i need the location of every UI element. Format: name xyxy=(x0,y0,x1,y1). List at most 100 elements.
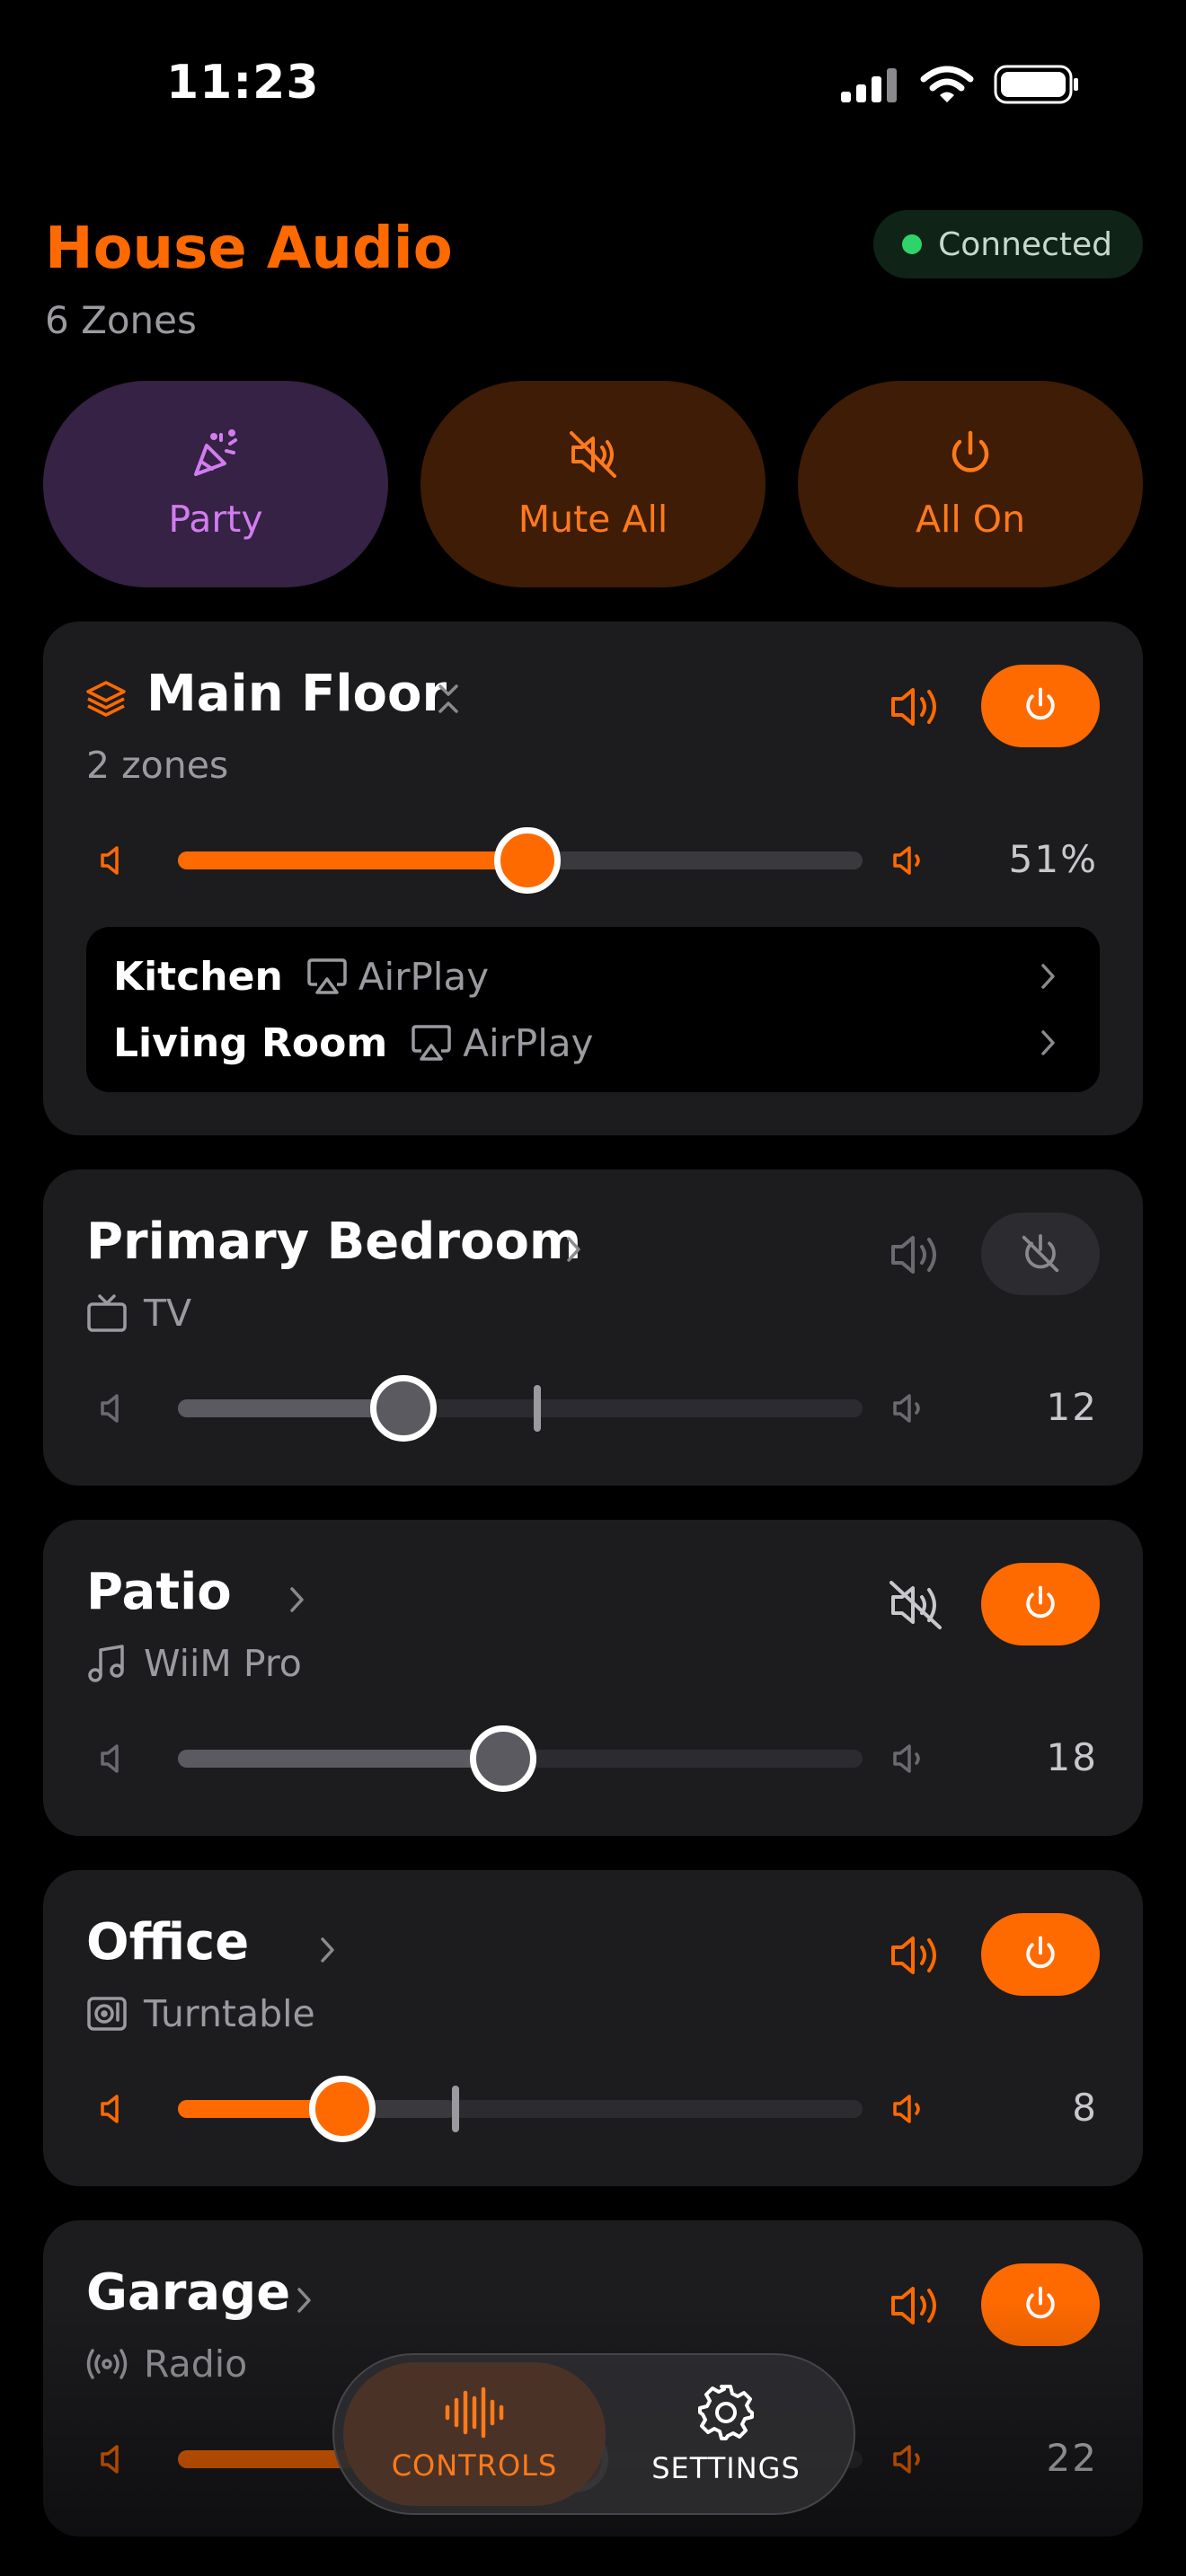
zone-source-label: WiiM Pro xyxy=(144,1642,302,1685)
volume-low-icon xyxy=(101,846,119,875)
zone-source: Radio xyxy=(86,2342,247,2386)
airplay-icon xyxy=(412,1025,451,1061)
chevron-right-icon xyxy=(567,1237,580,1262)
speaker-volume-icon[interactable] xyxy=(888,1229,943,1281)
volume-fill xyxy=(178,1750,503,1768)
volume-fill xyxy=(178,851,527,869)
power-icon xyxy=(1026,687,1055,720)
volume-slider[interactable] xyxy=(178,1725,863,1792)
zone-card-patio[interactable]: Patio WiiM Pro 18 xyxy=(43,1520,1143,1836)
status-time: 11:23 xyxy=(166,56,320,110)
zone-source-label: Radio xyxy=(144,2342,248,2386)
zone-source-label: TV xyxy=(144,1292,192,1335)
volume-low-icon xyxy=(101,1744,119,1773)
volume-knob[interactable] xyxy=(370,1375,438,1442)
gear-icon xyxy=(698,2385,754,2440)
connection-label: Connected xyxy=(938,225,1112,263)
power-button[interactable] xyxy=(981,1213,1100,1295)
layers-icon xyxy=(86,681,126,717)
party-popper-icon xyxy=(194,429,237,476)
volume-high-icon xyxy=(893,2445,920,2474)
zone-source-label: Turntable xyxy=(144,1992,315,2035)
power-off-icon xyxy=(1022,1234,1059,1273)
volume-low-icon xyxy=(101,2095,119,2123)
power-button[interactable] xyxy=(981,2263,1100,2346)
music-note-icon xyxy=(88,1645,124,1682)
battery-icon xyxy=(994,65,1078,104)
group-subtitle: 2 zones xyxy=(86,744,228,787)
speaker-volume-icon[interactable] xyxy=(888,1929,943,1981)
chevron-right-icon xyxy=(297,2288,311,2313)
all-on-button[interactable]: All On xyxy=(798,381,1143,587)
zone-name: Garage xyxy=(86,2263,291,2322)
chevron-right-icon xyxy=(321,1937,334,1963)
connection-badge: Connected xyxy=(873,210,1143,278)
zone-source: AirPlay xyxy=(411,1021,593,1065)
volume-high-icon xyxy=(893,1394,920,1423)
cellular-signal-icon xyxy=(841,68,897,102)
power-icon xyxy=(1026,1585,1055,1619)
zone-source: TV xyxy=(86,1292,191,1335)
list-item-living-room[interactable]: Living Room AirPlay xyxy=(113,1011,1073,1074)
mute-all-label: Mute All xyxy=(518,498,668,541)
collapse-icon[interactable] xyxy=(435,681,462,717)
waveform-icon xyxy=(445,2386,504,2439)
volume-value: 51% xyxy=(1008,837,1098,881)
wifi-icon xyxy=(920,66,974,102)
tab-controls-label: CONTROLS xyxy=(391,2448,558,2483)
tab-controls[interactable]: CONTROLS xyxy=(343,2362,606,2506)
status-dot xyxy=(902,234,923,254)
all-on-label: All On xyxy=(915,498,1026,541)
volume-slider[interactable] xyxy=(178,827,863,894)
bottom-tab-bar: CONTROLS SETTINGS xyxy=(332,2353,855,2515)
speaker-volume-icon[interactable] xyxy=(888,681,943,733)
zone-count: 6 Zones xyxy=(45,298,197,342)
power-button[interactable] xyxy=(981,1563,1100,1645)
power-button[interactable] xyxy=(981,665,1100,747)
speaker-muted-icon[interactable] xyxy=(888,1579,943,1631)
tab-settings[interactable]: SETTINGS xyxy=(595,2362,857,2506)
chevron-right-icon xyxy=(1041,964,1055,989)
volume-value: 8 xyxy=(1072,2086,1098,2130)
tv-icon xyxy=(87,1294,127,1332)
volume-slider[interactable] xyxy=(178,2076,863,2142)
volume-high-icon xyxy=(893,1744,920,1773)
zone-name: Patio xyxy=(86,1563,232,1621)
volume-limit-marker xyxy=(451,2086,459,2132)
power-icon xyxy=(1026,2286,1055,2319)
volume-knob[interactable] xyxy=(469,1725,536,1792)
speaker-muted-icon xyxy=(570,431,616,478)
zone-name: Kitchen xyxy=(113,953,283,1000)
volume-knob[interactable] xyxy=(493,827,561,894)
volume-high-icon xyxy=(893,846,920,875)
mute-all-button[interactable]: Mute All xyxy=(420,381,766,587)
list-item-kitchen[interactable]: Kitchen AirPlay xyxy=(113,945,1073,1008)
volume-slider[interactable] xyxy=(178,1375,863,1442)
volume-limit-marker xyxy=(534,1385,542,1432)
party-button[interactable]: Party xyxy=(43,381,388,587)
volume-knob[interactable] xyxy=(308,2076,376,2142)
tab-settings-label: SETTINGS xyxy=(651,2451,801,2485)
group-name: Main Floor xyxy=(146,665,447,723)
power-icon xyxy=(951,430,989,472)
zone-source-label: AirPlay xyxy=(358,954,490,999)
volume-low-icon xyxy=(101,2445,119,2474)
power-icon xyxy=(1026,1936,1055,1969)
status-bar: 11:23 xyxy=(0,0,1186,171)
turntable-icon xyxy=(87,1997,127,2031)
zone-card-primary-bedroom[interactable]: Primary Bedroom TV 12 xyxy=(43,1169,1143,1486)
chevron-right-icon xyxy=(1041,1030,1055,1055)
status-icons xyxy=(839,65,1080,104)
speaker-volume-icon[interactable] xyxy=(888,2280,943,2332)
volume-value: 22 xyxy=(1046,2436,1098,2480)
chevron-right-icon xyxy=(290,1587,304,1612)
power-button[interactable] xyxy=(981,1913,1100,1996)
zone-source: AirPlay xyxy=(306,955,489,999)
airplay-icon xyxy=(307,958,347,994)
zone-name: Primary Bedroom xyxy=(86,1213,582,1271)
zone-card-office[interactable]: Office Turntable 8 xyxy=(43,1870,1143,2186)
volume-value: 18 xyxy=(1046,1735,1098,1779)
zone-source: Turntable xyxy=(86,1992,315,2035)
volume-value: 12 xyxy=(1046,1385,1098,1429)
zone-name: Living Room xyxy=(113,1019,388,1066)
